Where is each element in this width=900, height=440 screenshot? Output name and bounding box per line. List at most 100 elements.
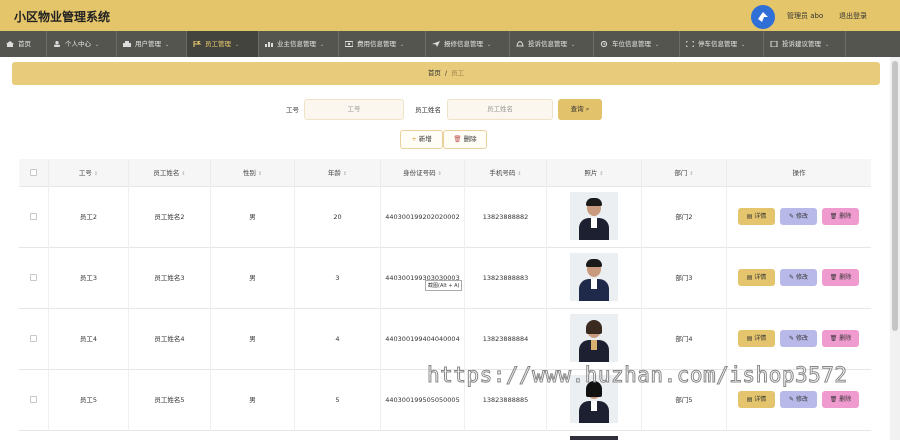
staff-name-input[interactable]: 员工姓名 <box>447 99 553 120</box>
table-row-partial <box>19 431 871 440</box>
nav-item-parking-space-mgmt[interactable]: 车位信息管理 ⌄ <box>594 31 680 57</box>
col-header-gender[interactable]: 性别 ⇕ <box>211 159 295 187</box>
cell-id: 员工5 <box>49 370 129 431</box>
cell-dept: 部门3 <box>642 248 727 309</box>
chevron-down-icon: ⌄ <box>487 42 492 48</box>
edit-button[interactable]: ✎ 修改 <box>780 208 817 225</box>
cell-idcard: 440300199202020002 <box>381 187 465 248</box>
cell-phone: 13823888884 <box>465 309 547 370</box>
add-button[interactable]: + 新增 <box>400 130 443 149</box>
edit-button[interactable]: ✎ 修改 <box>780 391 817 408</box>
page-scrollbar[interactable] <box>890 57 900 440</box>
top-header: 小区物业管理系统 管理员 abo 退出登录 <box>0 0 900 31</box>
table-row: 员工2 员工姓名2 男 20 440300199202020002 138238… <box>19 187 871 248</box>
staff-id-label: 工号 <box>286 106 299 114</box>
bird-logo-icon <box>751 5 775 29</box>
cell-age: 5 <box>295 370 381 431</box>
delete-button[interactable]: 🗑 删除 <box>822 269 859 286</box>
edit-button[interactable]: ✎ 修改 <box>780 330 817 347</box>
row-checkbox[interactable] <box>30 335 37 342</box>
edit-button[interactable]: ✎ 修改 <box>780 269 817 286</box>
detail-button[interactable]: ▤ 详情 <box>738 391 775 408</box>
row-checkbox[interactable] <box>30 213 37 220</box>
delete-button[interactable]: 🗑 删除 <box>822 391 859 408</box>
detail-button[interactable]: ▤ 详情 <box>738 269 775 286</box>
nav-item-parking-mgmt[interactable]: 停车信息管理 ⌄ <box>680 31 764 57</box>
cell-age: 4 <box>295 309 381 370</box>
screenshot-tooltip: 截图(Alt + A) <box>425 280 463 291</box>
staff-photo[interactable] <box>570 436 618 440</box>
nav-item-owner-mgmt[interactable]: 业主信息管理 ⌄ <box>259 31 339 57</box>
select-all-checkbox[interactable] <box>30 169 37 176</box>
table-header: 工号 ⇕ 员工姓名 ⇕ 性别 ⇕ 年龄 ⇕ 身份证号码 ⇕ 手机号码 ⇕ 照片 ⇕ 部门 ⇕ 操… <box>19 159 871 187</box>
delete-button[interactable]: 🗑 删除 <box>822 330 859 347</box>
select-all-cell <box>19 159 49 187</box>
chevron-down-icon: ⌄ <box>571 42 576 48</box>
scrollbar-thumb[interactable] <box>892 61 898 331</box>
sort-icon: ⇕ <box>257 171 263 177</box>
sort-icon: ⇕ <box>181 171 186 177</box>
sort-icon: ⇕ <box>599 171 604 177</box>
nav-item-user-mgmt[interactable]: 用户管理 ⌄ <box>117 31 187 57</box>
row-select-cell <box>19 248 49 309</box>
staff-table: 工号 ⇕ 员工姓名 ⇕ 性别 ⇕ 年龄 ⇕ 身份证号码 ⇕ 手机号码 ⇕ 照片 ⇕ 部门 ⇕ 操… <box>19 159 871 440</box>
col-header-idcard[interactable]: 身份证号码 ⇕ <box>381 159 465 187</box>
staff-id-input[interactable]: 工号 <box>304 99 404 120</box>
cell-id: 员工4 <box>49 309 129 370</box>
detail-button[interactable]: ▤ 详情 <box>738 330 775 347</box>
breadcrumb-home[interactable]: 首页 <box>428 69 441 77</box>
staff-photo[interactable] <box>570 253 618 301</box>
nav-item-fee-mgmt[interactable]: 费用信息管理 ⌄ <box>339 31 426 57</box>
cell-id: 员工3 <box>49 248 129 309</box>
cell-idcard: 440300199303030003 <box>381 248 465 309</box>
cell-dept: 部门2 <box>642 187 727 248</box>
breadcrumb-current: 员工 <box>451 69 465 77</box>
row-checkbox[interactable] <box>30 274 37 281</box>
staff-photo[interactable] <box>570 192 618 240</box>
nav-item-complaint-mgmt[interactable]: 投诉信息管理 ⌄ <box>510 31 594 57</box>
cell-dept: 部门4 <box>642 309 727 370</box>
cell-photo <box>547 248 642 309</box>
cell-photo <box>547 187 642 248</box>
nav-item-personal-center[interactable]: 个人中心 ⌄ <box>47 31 117 57</box>
batch-delete-button[interactable]: 🗑 删除 <box>443 130 487 149</box>
search-button[interactable]: 查询 ⌕ <box>558 99 602 120</box>
flag-icon <box>193 41 201 47</box>
col-header-id[interactable]: 工号 ⇕ <box>49 159 129 187</box>
nav-item-home[interactable]: 首页 <box>0 31 47 57</box>
app-title: 小区物业管理系统 <box>14 10 111 24</box>
chevron-down-icon: ⌄ <box>655 42 660 48</box>
cell-phone: 13823888883 <box>465 248 547 309</box>
col-header-dept[interactable]: 部门 ⇕ <box>642 159 727 187</box>
chevron-down-icon: ⌄ <box>235 42 240 48</box>
nav-item-staff-mgmt[interactable]: 员工管理 ⌄ <box>187 31 259 57</box>
clock-icon <box>600 41 608 47</box>
home-icon <box>6 41 14 47</box>
cell-idcard: 440300199404040004 <box>381 309 465 370</box>
watermark-text: https://www.huzhan.com/ishop3572 <box>427 363 848 388</box>
nav-item-suggestion-mgmt[interactable]: 投诉建议管理 ⌄ <box>764 31 846 57</box>
cell-name: 员工姓名2 <box>129 187 211 248</box>
delete-button[interactable]: 🗑 删除 <box>822 208 859 225</box>
table-row: 员工4 员工姓名4 男 4 440300199404040004 1382388… <box>19 309 871 370</box>
cell-name: 员工姓名5 <box>129 370 211 431</box>
sort-icon: ⇕ <box>342 171 348 177</box>
detail-button[interactable]: ▤ 详情 <box>738 208 775 225</box>
nav-item-repair-mgmt[interactable]: 报修信息管理 ⌄ <box>426 31 510 57</box>
row-checkbox[interactable] <box>30 396 37 403</box>
chevron-down-icon: ⌄ <box>320 42 325 48</box>
search-icon: ⌕ <box>585 105 590 113</box>
col-header-name[interactable]: 员工姓名 ⇕ <box>129 159 211 187</box>
staff-name-label: 员工姓名 <box>415 106 441 114</box>
chevron-down-icon: ⌄ <box>95 42 100 48</box>
logout-link[interactable]: 退出登录 <box>839 11 867 21</box>
col-header-photo[interactable]: 照片 ⇕ <box>547 159 642 187</box>
col-header-age[interactable]: 年龄 ⇕ <box>295 159 381 187</box>
cell-gender: 男 <box>211 370 295 431</box>
cell-age: 3 <box>295 248 381 309</box>
col-header-phone[interactable]: 手机号码 ⇕ <box>465 159 547 187</box>
chart-icon <box>265 42 273 47</box>
staff-photo[interactable] <box>570 314 618 362</box>
sort-icon: ⇕ <box>517 171 522 177</box>
cell-gender: 男 <box>211 187 295 248</box>
